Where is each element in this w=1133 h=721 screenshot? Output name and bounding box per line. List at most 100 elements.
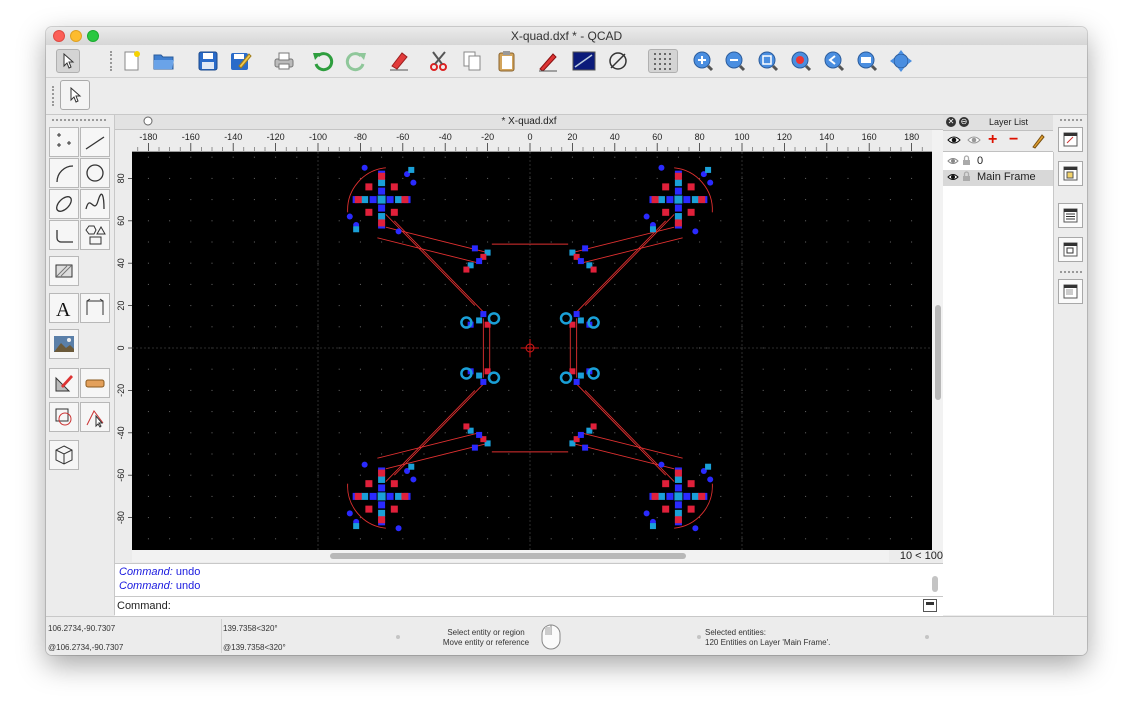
panel-grip[interactable] xyxy=(1060,271,1082,273)
zoom-move-button[interactable] xyxy=(889,49,913,73)
line-tool-button[interactable] xyxy=(80,127,110,157)
measure-tool-button[interactable] xyxy=(80,368,110,398)
pointer-tool-button[interactable] xyxy=(60,80,90,110)
library-browser-button[interactable] xyxy=(1058,203,1083,228)
pad xyxy=(378,509,386,517)
command-line[interactable]: Command: xyxy=(115,596,943,616)
3d-tool-button[interactable] xyxy=(49,440,79,470)
history-scrollbar[interactable] xyxy=(932,576,938,592)
copy-button[interactable] xyxy=(460,49,484,73)
grid-toggle-button[interactable] xyxy=(648,49,678,73)
zoom-auto-button[interactable] xyxy=(756,49,780,73)
toolbar-grip[interactable] xyxy=(52,86,57,106)
ruler-label: -60 xyxy=(396,132,409,142)
new-file-button[interactable] xyxy=(120,49,144,73)
pad xyxy=(401,196,409,204)
command-input[interactable] xyxy=(167,598,912,614)
zoom-auto-icon xyxy=(758,51,779,72)
pen-button[interactable] xyxy=(536,49,560,73)
modify-tool-button[interactable] xyxy=(49,368,79,398)
paste-button[interactable] xyxy=(495,49,519,73)
pad xyxy=(378,469,386,477)
pad xyxy=(361,492,369,500)
hatch-tool-button[interactable] xyxy=(49,256,79,286)
zoom-out-button[interactable] xyxy=(723,49,747,73)
circle-tool-button[interactable] xyxy=(80,158,110,188)
layer-name: Main Frame xyxy=(977,171,1036,183)
zoom-in-button[interactable] xyxy=(691,49,715,73)
eye-icon[interactable] xyxy=(947,172,959,185)
ellipse-icon xyxy=(56,196,72,212)
redo-icon xyxy=(345,52,366,72)
drawing-canvas[interactable] xyxy=(132,152,932,550)
panel-grip[interactable] xyxy=(1060,119,1082,121)
cut-button[interactable] xyxy=(427,49,451,73)
edit-layer-button[interactable] xyxy=(1031,133,1045,152)
remove-layer-icon[interactable]: − xyxy=(1009,132,1018,148)
pad xyxy=(476,317,483,324)
document-tab[interactable]: * X-quad.dxf xyxy=(115,115,943,130)
save-as-button[interactable] xyxy=(229,49,253,73)
command-history-button[interactable] xyxy=(1058,279,1083,304)
ruler-label: -20 xyxy=(116,384,126,397)
vertical-scroll-thumb[interactable] xyxy=(935,305,941,400)
pad xyxy=(390,208,398,216)
pad xyxy=(577,317,584,324)
open-file-button[interactable] xyxy=(152,49,176,73)
arc-tool-button[interactable] xyxy=(49,158,79,188)
block-list-button[interactable] xyxy=(1058,161,1083,186)
select-tool-button[interactable] xyxy=(80,402,110,432)
lock-icon[interactable] xyxy=(962,171,971,185)
pad xyxy=(377,492,386,501)
pad xyxy=(674,213,682,221)
pad xyxy=(365,208,373,216)
redo-button[interactable] xyxy=(344,49,368,73)
lock-icon[interactable] xyxy=(962,155,971,169)
pad xyxy=(643,510,650,517)
dimension-tool-button[interactable] xyxy=(80,293,110,323)
undo-button[interactable] xyxy=(311,49,335,73)
toolbar-grip[interactable] xyxy=(110,51,115,71)
horizontal-scrollbar[interactable] xyxy=(132,550,889,562)
pad xyxy=(674,501,682,509)
snap-tool-button[interactable] xyxy=(49,402,79,432)
pad xyxy=(683,196,691,204)
shapes-tool-button[interactable] xyxy=(80,220,110,250)
layer-item-selected[interactable]: Main Frame xyxy=(943,170,1053,186)
spline-tool-button[interactable] xyxy=(80,189,110,219)
command-expand-button[interactable] xyxy=(923,599,937,612)
select-arrow-button[interactable] xyxy=(56,49,80,73)
status-separator xyxy=(925,635,929,639)
pad xyxy=(378,187,386,195)
text-tool-button[interactable]: A xyxy=(49,293,79,323)
close-icon[interactable]: ✕ xyxy=(946,117,956,127)
show-all-layers-button[interactable] xyxy=(947,134,961,149)
zoom-pan-button[interactable] xyxy=(855,49,879,73)
layer-item[interactable]: 0 xyxy=(943,154,1053,170)
add-layer-icon[interactable]: + xyxy=(988,132,997,148)
layer-list-panel-button[interactable] xyxy=(1058,237,1083,262)
eye-icon[interactable] xyxy=(947,156,959,169)
hide-all-layers-button[interactable] xyxy=(967,134,981,149)
pad xyxy=(346,213,353,220)
zoom-previous-button[interactable] xyxy=(789,49,813,73)
ellipse-tool-button[interactable] xyxy=(49,189,79,219)
pad xyxy=(463,266,470,273)
print-button[interactable] xyxy=(272,49,296,73)
block-image-button[interactable] xyxy=(572,49,596,73)
eraser-button[interactable] xyxy=(387,49,411,73)
vertical-scrollbar[interactable] xyxy=(932,130,943,550)
property-editor-button[interactable] xyxy=(1058,127,1083,152)
panel-grip[interactable] xyxy=(52,119,106,121)
image-tool-button[interactable] xyxy=(49,329,79,359)
zoom-window-button[interactable] xyxy=(822,49,846,73)
float-icon[interactable]: ⊖ xyxy=(959,117,969,127)
horizontal-scroll-thumb[interactable] xyxy=(330,553,686,559)
arc-icon xyxy=(56,165,74,183)
points-tool-button[interactable] xyxy=(49,127,79,157)
circle-slash-button[interactable] xyxy=(606,49,630,73)
pad xyxy=(683,492,691,500)
polyline-tool-button[interactable] xyxy=(49,220,79,250)
save-button[interactable] xyxy=(196,49,220,73)
pad xyxy=(692,228,699,235)
